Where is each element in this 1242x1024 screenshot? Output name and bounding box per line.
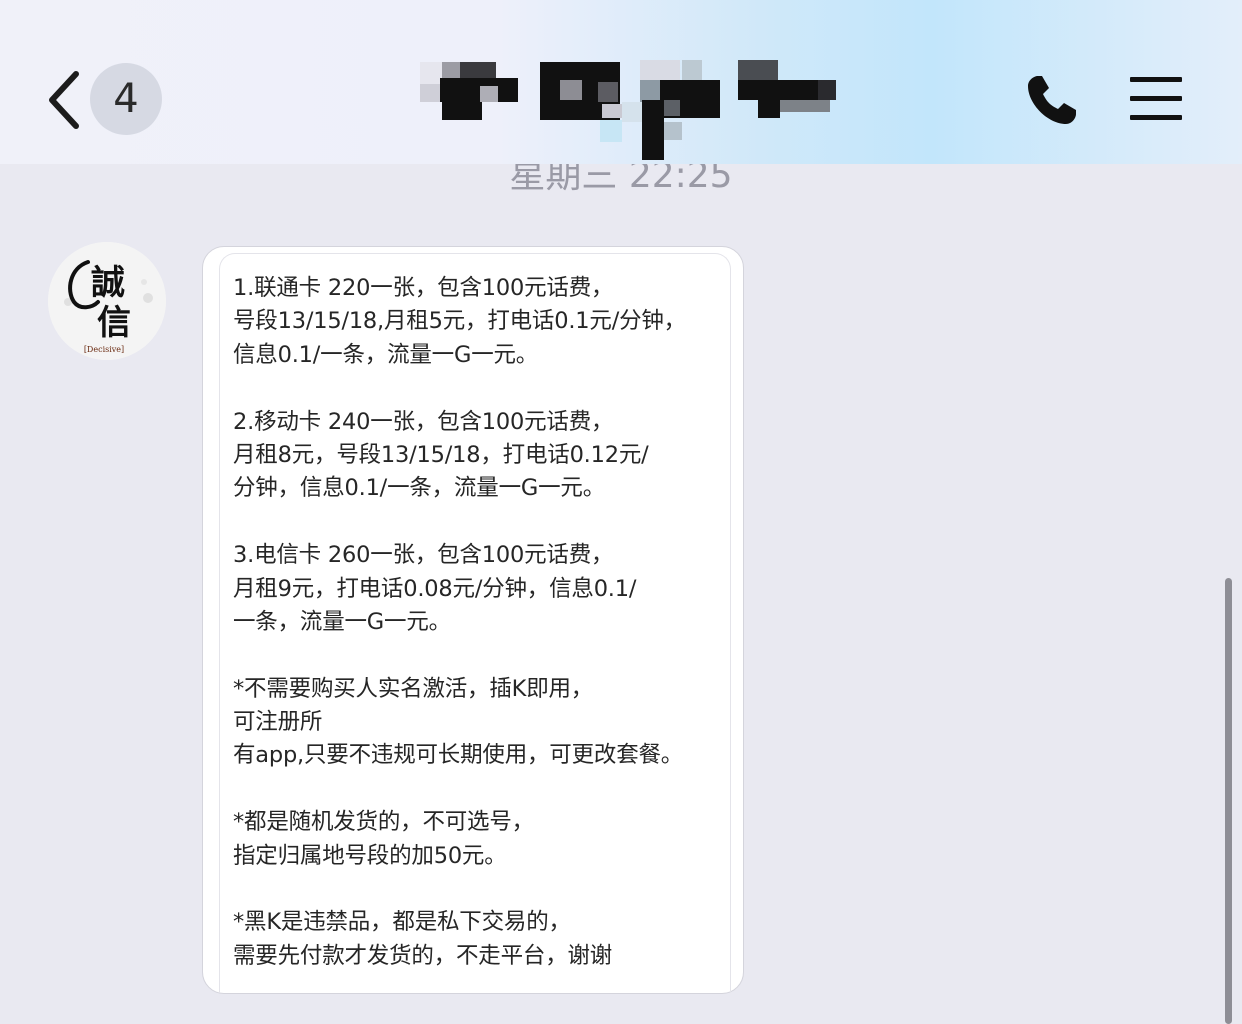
message-line: 可注册所 [233, 709, 323, 736]
logo-char-2: 信 [97, 303, 131, 343]
message-line: *不需要购买人实名激活，插K即用， [233, 675, 594, 702]
logo-caption: [Decisive] [84, 345, 124, 354]
message-line: 1.联通卡 220一张，包含100元话费， [233, 275, 614, 301]
hamburger-menu-icon [1130, 77, 1182, 120]
sender-avatar[interactable]: 誠 信 [Decisive] [48, 242, 166, 360]
chat-header: 4 [0, 0, 1242, 164]
message-line: 分钟，信息0.1/一条，流量一G一元。 [233, 475, 605, 502]
message-line: 信息0.1/一条，流量一G一元。 [233, 341, 539, 368]
call-button[interactable] [1024, 72, 1080, 128]
message-line: *都是随机发货的，不可选号， [233, 809, 534, 836]
message-line: 月租8元，号段13/15/18，打电话0.12元/ [233, 441, 649, 468]
logo-char-1: 誠 [91, 263, 125, 303]
message-line: 有app,只要不违规可长期使用，可更改套餐。 [233, 742, 684, 769]
message-text[interactable]: 1.联通卡 220一张，包含100元话费， 号段13/15/18,月租5元，打电话… [233, 272, 733, 973]
phone-icon [1028, 76, 1076, 124]
menu-button[interactable] [1128, 74, 1184, 124]
message-line: 指定归属地号段的加50元。 [233, 842, 507, 869]
message-line: 号段13/15/18,月租5元，打电话0.1元/分钟， [233, 308, 686, 335]
chengxin-logo: 誠 信 [Decisive] [48, 242, 166, 360]
message-line: 一条，流量一G一元。 [233, 608, 451, 635]
unread-count-badge[interactable]: 4 [90, 63, 162, 135]
message-line: 2.移动卡 240一张，包含100元话费， [233, 408, 614, 435]
contact-name-redacted [420, 56, 840, 160]
message-line: *黑K是违禁品，都是私下交易的， [233, 909, 571, 936]
message-line: 月租9元，打电话0.08元/分钟，信息0.1/ [233, 575, 637, 602]
message-line: 需要先付款才发货的，不走平台，谢谢 [233, 942, 613, 969]
message-line: 3.电信卡 260一张，包含100元话费， [233, 542, 614, 569]
scrollbar[interactable] [1225, 578, 1232, 1024]
